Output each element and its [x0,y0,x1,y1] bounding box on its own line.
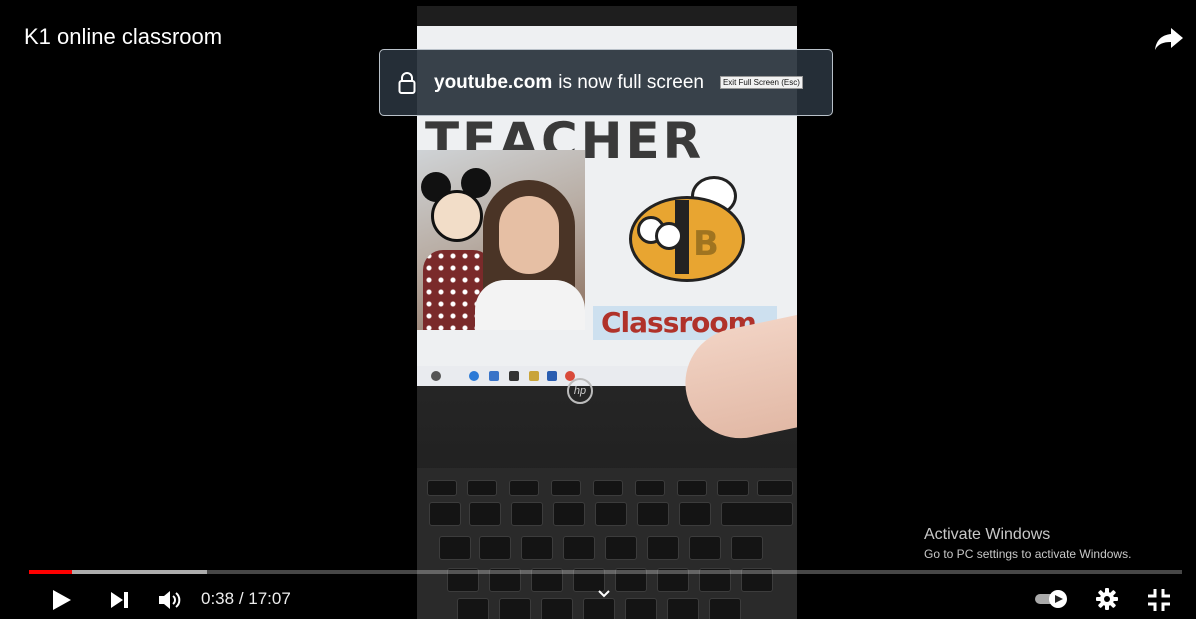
bee-logo: B [605,176,755,286]
exit-fullscreen-icon [1148,589,1170,611]
bee-letter: B [693,224,719,264]
share-icon [1155,28,1183,50]
exit-fullscreen-control[interactable] [1147,588,1171,617]
teacher-photo [417,150,585,330]
duration: 17:07 [248,589,291,608]
gear-icon [1096,588,1118,610]
chevron-button[interactable] [597,586,611,604]
hp-logo: hp [567,378,593,404]
autoplay-toggle-icon [1035,590,1067,608]
autoplay-toggle[interactable] [1034,589,1070,614]
next-icon [111,592,128,608]
current-time: 0:38 [201,589,235,608]
play-icon [53,590,71,610]
fullscreen-notice: youtube.com is now full screen Exit Full… [379,49,833,116]
video-title[interactable]: K1 online classroom [24,24,222,50]
exit-fullscreen-button[interactable]: Exit Full Screen (Esc) [719,76,803,89]
volume-button[interactable] [158,589,184,616]
next-button[interactable] [110,591,130,614]
activate-windows-watermark: Activate Windows Go to PC settings to ac… [924,526,1131,561]
fullscreen-message: is now full screen [558,71,704,93]
fullscreen-domain: youtube.com [434,71,553,93]
lock-icon [398,71,416,94]
laptop-bezel [417,6,797,26]
player-controls: 0:38 / 17:07 [0,580,1196,619]
volume-icon [159,591,181,609]
chevron-down-icon [598,590,610,598]
settings-button[interactable] [1096,588,1118,615]
video-player[interactable]: TEACHER B Classroom hp K1 online classro… [0,0,1196,619]
activate-title: Activate Windows [924,526,1051,543]
time-separator: / [234,589,249,608]
progress-played [29,570,72,574]
progress-bar[interactable] [29,570,1182,574]
activate-subtitle: Go to PC settings to activate Windows. [924,547,1132,561]
share-button[interactable] [1154,26,1184,52]
play-button[interactable] [52,589,72,616]
time-display: 0:38 / 17:07 [201,589,291,609]
